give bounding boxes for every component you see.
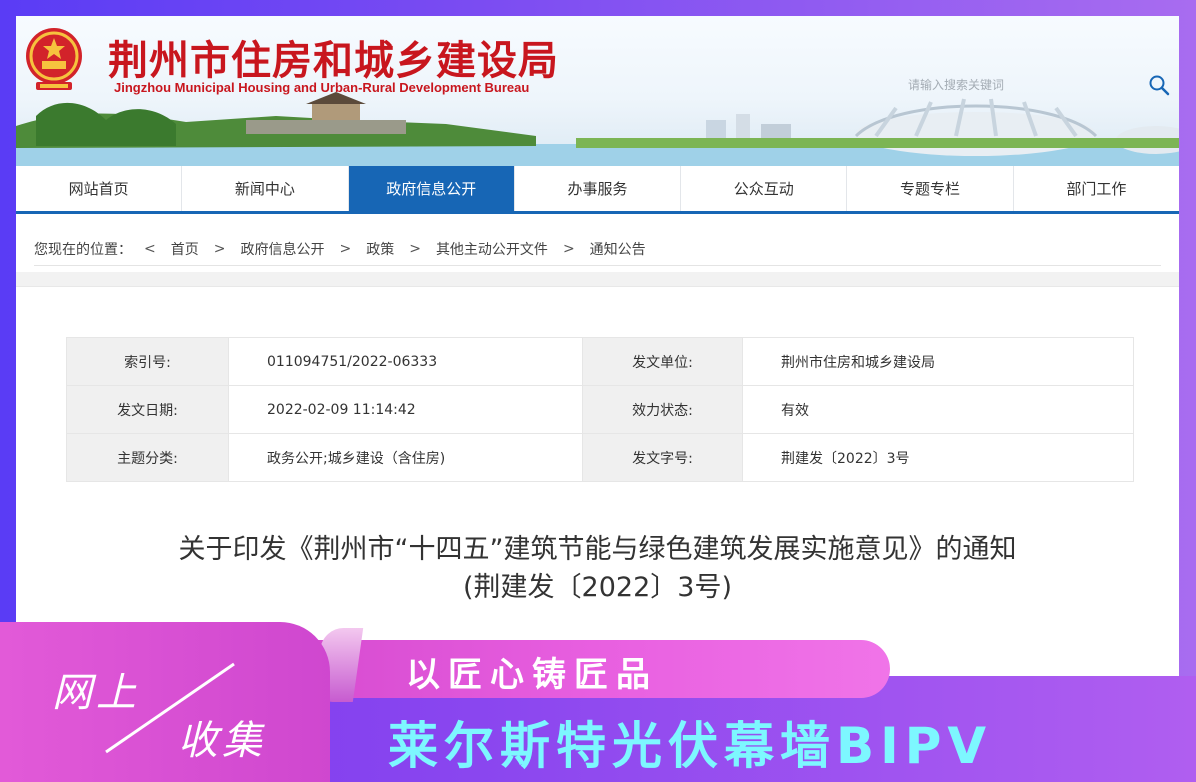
table-row: 主题分类: 政务公开;城乡建设（含住房) 发文字号: 荆建发〔2022〕3号 xyxy=(66,433,1134,482)
site-title: 荆州市住房和城乡建设局 xyxy=(108,38,559,84)
meta-key: 发文日期: xyxy=(66,385,229,434)
meta-value: 有效 xyxy=(742,385,1134,434)
meta-key: 发文单位: xyxy=(582,337,743,386)
promo-badge-line2: 收集 xyxy=(178,718,266,764)
meta-value: 011094751/2022-06333 xyxy=(228,337,583,386)
breadcrumb-other-files[interactable]: 其他主动公开文件 xyxy=(436,239,548,259)
document-title-line2: (荆建发〔2022〕3号) xyxy=(463,572,732,603)
breadcrumb-prefix: 您现在的位置： xyxy=(34,241,132,258)
search-input[interactable] xyxy=(896,74,1116,96)
search-box xyxy=(896,72,1170,100)
breadcrumb: 您现在的位置： < 首页 > 政府信息公开 > 政策 > 其他主动公开文件 > … xyxy=(34,232,1161,266)
meta-key: 发文字号: xyxy=(582,433,743,482)
breadcrumb-gov-info[interactable]: 政府信息公开 xyxy=(240,239,324,259)
meta-key: 索引号: xyxy=(66,337,229,386)
nav-item-gov-info[interactable]: 政府信息公开 xyxy=(348,166,515,211)
breadcrumb-separator: > xyxy=(409,240,421,257)
promo-badge-line1: 网上 xyxy=(52,670,140,716)
meta-key: 效力状态: xyxy=(582,385,743,434)
site-header: 荆州市住房和城乡建设局 Jingzhou Municipal Housing a… xyxy=(16,16,1179,166)
section-divider xyxy=(16,272,1179,286)
meta-value: 荆州市住房和城乡建设局 xyxy=(742,337,1134,386)
nav-item-topics[interactable]: 专题专栏 xyxy=(847,166,1014,211)
breadcrumb-separator: > xyxy=(213,240,226,257)
nav-item-services[interactable]: 办事服务 xyxy=(515,166,682,211)
document-title: 关于印发《荆州市“十四五”建筑节能与绿色建筑发展实施意见》的通知 (荆建发〔20… xyxy=(16,531,1179,607)
nav-item-departments[interactable]: 部门工作 xyxy=(1014,166,1179,211)
document-meta-table: 索引号: 011094751/2022-06333 发文单位: 荆州市住房和城乡… xyxy=(66,337,1134,482)
nav-item-news[interactable]: 新闻中心 xyxy=(182,166,349,211)
breadcrumb-home[interactable]: 首页 xyxy=(171,239,199,259)
breadcrumb-policy[interactable]: 政策 xyxy=(366,239,394,259)
table-row: 索引号: 011094751/2022-06333 发文单位: 荆州市住房和城乡… xyxy=(66,337,1134,386)
meta-value: 2022-02-09 11:14:42 xyxy=(228,385,583,434)
promo-product-name: 莱尔斯特光伏幕墙BIPV xyxy=(388,717,993,775)
table-row: 发文日期: 2022-02-09 11:14:42 效力状态: 有效 xyxy=(66,385,1134,434)
meta-key: 主题分类: xyxy=(66,433,229,482)
search-icon[interactable] xyxy=(1148,74,1170,96)
promo-slogan: 以匠心铸匠品 xyxy=(406,655,658,695)
document-title-line1: 关于印发《荆州市“十四五”建筑节能与绿色建筑发展实施意见》的通知 xyxy=(178,534,1017,565)
nav-item-interaction[interactable]: 公众互动 xyxy=(681,166,848,211)
nav-item-home[interactable]: 网站首页 xyxy=(16,166,183,211)
breadcrumb-separator: > xyxy=(562,240,575,257)
breadcrumb-separator: > xyxy=(339,240,352,257)
browser-page: 荆州市住房和城乡建设局 Jingzhou Municipal Housing a… xyxy=(16,16,1179,716)
breadcrumb-notices[interactable]: 通知公告 xyxy=(590,239,646,259)
meta-value: 政务公开;城乡建设（含住房) xyxy=(228,433,583,482)
meta-value: 荆建发〔2022〕3号 xyxy=(742,433,1134,482)
main-nav: 网站首页 新闻中心 政府信息公开 办事服务 公众互动 专题专栏 部门工作 xyxy=(16,166,1179,214)
breadcrumb-separator: < xyxy=(144,240,156,257)
